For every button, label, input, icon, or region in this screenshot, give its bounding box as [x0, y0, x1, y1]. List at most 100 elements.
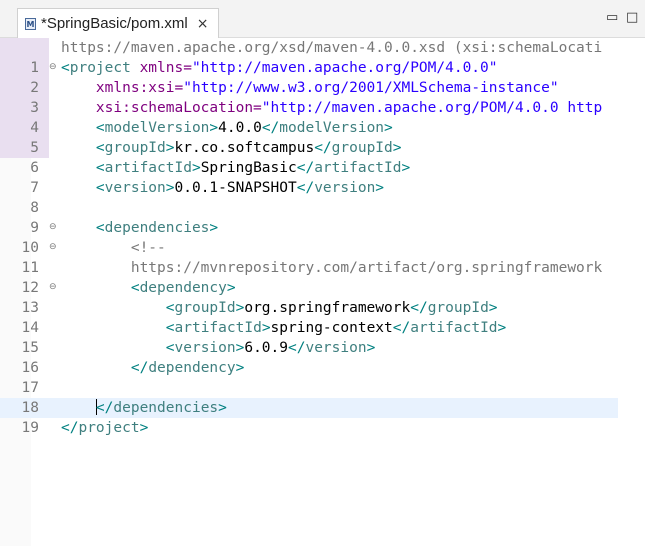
code-line-10[interactable]: 10 ⊖ <!-- [0, 238, 618, 258]
token-brk: > [366, 340, 376, 356]
token-brk: < [95, 160, 105, 176]
token-val: "http://maven.apache.org/POM/4.0.0 http [261, 100, 603, 116]
code-text: <artifactId>SpringBasic</artifactId> [61, 158, 410, 178]
token-tag: artifactId [174, 320, 262, 336]
line-number: 6 [30, 160, 39, 176]
token-txt: 6.0.9 [244, 340, 288, 356]
token-brk: </ [61, 420, 79, 436]
token-txt: 0.0.1-SNAPSHOT [174, 180, 297, 196]
overview-ruler[interactable] [618, 38, 645, 546]
code-text: https://mvnrepository.com/artifact/org.s… [61, 258, 602, 278]
close-icon[interactable]: × [197, 16, 209, 32]
maven-file-icon: M [25, 17, 36, 30]
token-brk: < [130, 280, 140, 296]
code-line-11[interactable]: 11 https://mvnrepository.com/artifact/or… [0, 258, 618, 278]
token-brk: > [191, 160, 201, 176]
token-brk: > [165, 180, 175, 196]
fold-toggle-icon[interactable]: ⊖ [49, 218, 61, 238]
fold-toggle-icon[interactable]: ⊖ [49, 278, 61, 298]
maximize-icon[interactable]: □ [626, 11, 638, 24]
code-text: <modelVersion>4.0.0</modelVersion> [61, 118, 393, 138]
line-number: 12 [21, 280, 39, 296]
wrapped-line-row: https://maven.apache.org/xsd/maven-4.0.0… [0, 38, 618, 58]
token-brk: </ [392, 320, 411, 336]
line-number: 7 [30, 180, 39, 196]
tab-pom-xml[interactable]: M *SpringBasic/pom.xml × [17, 8, 219, 38]
code-line-14[interactable]: 14 <artifactId>spring-context</artifactI… [0, 318, 618, 338]
code-line-2[interactable]: 2 xmlns:xsi="http://www.w3.org/2001/XMLS… [0, 78, 618, 98]
code-line-1[interactable]: 1 ⊖ <project xmlns="http://maven.apache.or… [0, 58, 618, 78]
token-val: "http://www.w3.org/2001/XMLSchema-instan… [183, 80, 559, 96]
token-txt: spring-context [270, 320, 393, 336]
line-number: 3 [0, 98, 49, 118]
token-attr: xmlns:xsi= [95, 80, 184, 96]
code-line-15[interactable]: 15 <version>6.0.9</version> [0, 338, 618, 358]
code-line-16[interactable]: 16 </dependency> [0, 358, 618, 378]
token-brk: </ [296, 180, 315, 196]
token-tag: project [69, 60, 131, 76]
line-number: 18 [21, 400, 39, 416]
minimize-icon[interactable]: ▭ [606, 11, 618, 24]
token-tag: dependency [139, 280, 227, 296]
token-tag: artifactId [314, 160, 402, 176]
xml-editor[interactable]: https://maven.apache.org/xsd/maven-4.0.0… [0, 38, 645, 546]
code-line-5[interactable]: 5 <groupId>kr.co.softcampus</groupId> [0, 138, 618, 158]
token-brk: > [218, 400, 227, 416]
code-line-18[interactable]: 18 </dependencies> [0, 398, 618, 418]
line-number: 10 [21, 240, 39, 256]
code-line-19[interactable]: 19 </project> [0, 418, 618, 438]
code-text: <artifactId>spring-context</artifactId> [61, 318, 507, 338]
code-line-7[interactable]: 7 <version>0.0.1-SNAPSHOT</version> [0, 178, 618, 198]
line-number: 19 [21, 420, 39, 436]
token-tag: artifactId [104, 160, 192, 176]
token-tag: groupId [427, 300, 489, 316]
token-attr: xmlns= [130, 60, 192, 76]
code-line-4[interactable]: 4 <modelVersion>4.0.0</modelVersion> [0, 118, 618, 138]
token-brk: < [95, 220, 105, 236]
code-line-12[interactable]: 12 ⊖ <dependency> [0, 278, 618, 298]
token-tag: artifactId [410, 320, 498, 336]
code-line-8[interactable]: 8 [0, 198, 618, 218]
fold-toggle-icon[interactable]: ⊖ [49, 58, 61, 78]
token-dim: <!-- [130, 240, 166, 256]
code-line-6[interactable]: 6 <artifactId>SpringBasic</artifactId> [0, 158, 618, 178]
code-text: <dependency> [61, 278, 236, 298]
token-txt: org.springframework [244, 300, 411, 316]
code-line-17[interactable]: 17 [0, 378, 618, 398]
code-text: xsi:schemaLocation="http://maven.apache.… [61, 98, 602, 118]
code-text: </dependency> [61, 358, 245, 378]
token-attr: xsi:schemaLocation= [95, 100, 262, 116]
token-tag: groupId [331, 140, 393, 156]
token-tag: modelVersion [279, 120, 385, 136]
code-text: <groupId>kr.co.softcampus</groupId> [61, 138, 402, 158]
code-text: xmlns:xsi="http://www.w3.org/2001/XMLSch… [61, 78, 559, 98]
code-line-9[interactable]: 9 ⊖ <dependencies> [0, 218, 618, 238]
line-number: 11 [21, 260, 39, 276]
token-brk: </ [296, 160, 315, 176]
code-line-13[interactable]: 13 <groupId>org.springframework</groupId… [0, 298, 618, 318]
token-brk: </ [288, 340, 306, 356]
token-tag: modelVersion [104, 120, 210, 136]
token-tag: version [305, 340, 367, 356]
token-brk: </ [130, 360, 149, 376]
token-brk: </ [410, 300, 428, 316]
token-tag: dependencies [104, 220, 210, 236]
token-val: "http://maven.apache.org/POM/4.0.0" [191, 60, 498, 76]
token-dim: https://mvnrepository.com/artifact/org.s… [130, 260, 603, 276]
code-text: </project> [61, 418, 148, 438]
token-brk: > [139, 420, 149, 436]
code-line-3[interactable]: 3 xsi:schemaLocation="http://maven.apach… [0, 98, 618, 118]
code-text: <dependencies> [61, 218, 218, 238]
token-brk: > [384, 120, 393, 136]
tab-title: *SpringBasic/pom.xml [41, 15, 188, 32]
line-number: 14 [21, 320, 39, 336]
fold-toggle-icon[interactable]: ⊖ [49, 238, 61, 258]
token-brk: < [165, 340, 175, 356]
